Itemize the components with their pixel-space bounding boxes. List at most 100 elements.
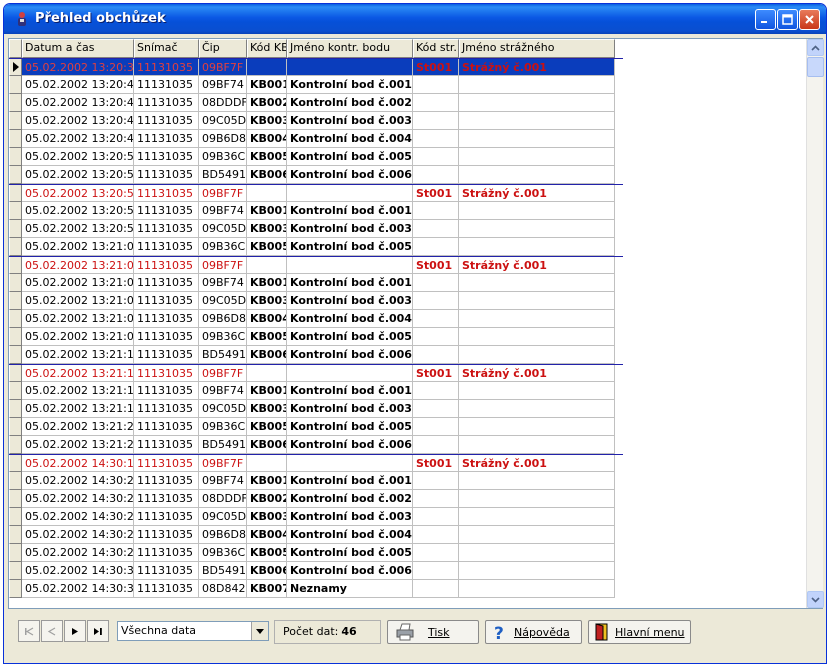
cell-guard-name[interactable] — [459, 130, 615, 148]
cell-guard-code[interactable] — [413, 346, 459, 364]
cell-checkpoint-name[interactable]: Kontrolní bod č.006 — [287, 346, 413, 364]
cell-guard-name[interactable]: Strážný č.001 — [459, 455, 615, 472]
row-indicator[interactable] — [9, 238, 22, 256]
cell-kb-code[interactable]: KB003 — [247, 400, 287, 418]
cell-kb-code[interactable]: KB001 — [247, 76, 287, 94]
cell-kb-code[interactable] — [247, 365, 287, 382]
cell-datetime[interactable]: 05.02.2002 14:30:19 — [22, 455, 134, 472]
table-row[interactable]: 05.02.2002 13:21:00 11131035 09B36C KB005 Ko… — [9, 238, 623, 256]
cell-guard-code[interactable] — [413, 76, 459, 94]
cell-guard-code[interactable] — [413, 166, 459, 184]
cell-chip[interactable]: 09BF74 — [199, 382, 247, 400]
row-indicator[interactable] — [9, 346, 22, 364]
row-indicator[interactable] — [9, 508, 22, 526]
column-header-chip[interactable]: Čip — [199, 39, 247, 58]
cell-chip[interactable]: 09C05D — [199, 292, 247, 310]
cell-guard-name[interactable] — [459, 76, 615, 94]
cell-datetime[interactable]: 05.02.2002 14:30:27 — [22, 526, 134, 544]
cell-chip[interactable]: BD5491 — [199, 166, 247, 184]
cell-guard-name[interactable] — [459, 310, 615, 328]
cell-chip[interactable]: 09B6D8 — [199, 526, 247, 544]
cell-guard-name[interactable] — [459, 400, 615, 418]
cell-chip[interactable]: 09C05D — [199, 400, 247, 418]
cell-guard-name[interactable] — [459, 328, 615, 346]
row-indicator[interactable] — [9, 382, 22, 400]
cell-guard-name[interactable] — [459, 148, 615, 166]
row-indicator[interactable] — [9, 185, 22, 202]
cell-scanner[interactable]: 11131035 — [134, 274, 199, 292]
patrol-grid[interactable]: Datum a čas Snímač Čip Kód KB Jméno kont… — [9, 39, 623, 598]
column-header-kb-code[interactable]: Kód KB — [247, 39, 287, 58]
close-button[interactable] — [799, 9, 820, 30]
cell-checkpoint-name[interactable]: Kontrolní bod č.004 — [287, 130, 413, 148]
minimize-button[interactable] — [755, 9, 776, 30]
row-indicator[interactable] — [9, 166, 22, 184]
cell-chip[interactable]: 09B36C — [199, 238, 247, 256]
table-row[interactable]: 05.02.2002 13:20:46 11131035 08DDDF KB002 Ko… — [9, 94, 623, 112]
cell-scanner[interactable]: 11131035 — [134, 526, 199, 544]
cell-checkpoint-name[interactable] — [287, 59, 413, 76]
cell-scanner[interactable]: 11131035 — [134, 562, 199, 580]
cell-guard-code[interactable] — [413, 508, 459, 526]
cell-scanner[interactable]: 11131035 — [134, 400, 199, 418]
column-header-datetime[interactable]: Datum a čas — [22, 39, 134, 58]
table-row[interactable]: 05.02.2002 14:30:24 11131035 08DDDF KB002 Ko… — [9, 490, 623, 508]
cell-checkpoint-name[interactable]: Kontrolní bod č.006 — [287, 166, 413, 184]
maximize-button[interactable] — [777, 9, 798, 30]
cell-guard-code[interactable]: St001 — [413, 185, 459, 202]
cell-guard-code[interactable] — [413, 238, 459, 256]
cell-checkpoint-name[interactable]: Kontrolní bod č.002 — [287, 94, 413, 112]
cell-datetime[interactable]: 05.02.2002 13:20:37 — [22, 59, 134, 76]
main-menu-button[interactable]: Hlavní menu — [588, 620, 691, 644]
cell-checkpoint-name[interactable] — [287, 257, 413, 274]
cell-guard-name[interactable] — [459, 544, 615, 562]
cell-kb-code[interactable]: KB001 — [247, 274, 287, 292]
cell-checkpoint-name[interactable]: Kontrolní bod č.003 — [287, 220, 413, 238]
cell-datetime[interactable]: 05.02.2002 13:20:56 — [22, 202, 134, 220]
cell-guard-name[interactable]: Strážný č.001 — [459, 257, 615, 274]
cell-chip[interactable]: 08DDDF — [199, 490, 247, 508]
cell-scanner[interactable]: 11131035 — [134, 94, 199, 112]
cell-kb-code[interactable]: KB005 — [247, 544, 287, 562]
cell-chip[interactable]: 09B36C — [199, 328, 247, 346]
row-indicator[interactable] — [9, 148, 22, 166]
cell-checkpoint-name[interactable]: Kontrolní bod č.004 — [287, 310, 413, 328]
cell-guard-code[interactable] — [413, 274, 459, 292]
cell-scanner[interactable]: 11131035 — [134, 202, 199, 220]
row-indicator[interactable] — [9, 562, 22, 580]
cell-chip[interactable]: 09B36C — [199, 418, 247, 436]
cell-checkpoint-name[interactable]: Kontrolní bod č.003 — [287, 400, 413, 418]
cell-guard-code[interactable] — [413, 400, 459, 418]
cell-kb-code[interactable] — [247, 185, 287, 202]
cell-scanner[interactable]: 11131035 — [134, 508, 199, 526]
row-indicator[interactable] — [9, 472, 22, 490]
row-indicator[interactable] — [9, 292, 22, 310]
cell-kb-code[interactable] — [247, 59, 287, 76]
scroll-up-button[interactable] — [807, 39, 824, 56]
cell-guard-name[interactable] — [459, 292, 615, 310]
cell-kb-code[interactable]: KB001 — [247, 202, 287, 220]
cell-chip[interactable]: 09BF7F — [199, 455, 247, 472]
cell-chip[interactable]: BD5491 — [199, 436, 247, 454]
table-row[interactable]: 05.02.2002 13:21:06 11131035 09C05D KB003 Ko… — [9, 292, 623, 310]
cell-scanner[interactable]: 11131035 — [134, 257, 199, 274]
cell-guard-name[interactable]: Strážný č.001 — [459, 59, 615, 76]
table-row[interactable]: 05.02.2002 13:20:54 11131035 09BF7F St001 St… — [9, 184, 623, 202]
cell-guard-code[interactable] — [413, 490, 459, 508]
cell-datetime[interactable]: 05.02.2002 13:21:23 — [22, 436, 134, 454]
cell-guard-name[interactable] — [459, 274, 615, 292]
cell-scanner[interactable]: 11131035 — [134, 130, 199, 148]
cell-chip[interactable]: 08DDDF — [199, 94, 247, 112]
cell-guard-code[interactable] — [413, 580, 459, 598]
cell-scanner[interactable]: 11131035 — [134, 310, 199, 328]
cell-guard-code[interactable]: St001 — [413, 59, 459, 76]
table-row[interactable]: 05.02.2002 13:21:07 11131035 09B6D8 KB004 Ko… — [9, 310, 623, 328]
cell-guard-code[interactable] — [413, 202, 459, 220]
cell-datetime[interactable]: 05.02.2002 14:30:29 — [22, 544, 134, 562]
cell-checkpoint-name[interactable]: Kontrolní bod č.005 — [287, 418, 413, 436]
cell-guard-name[interactable] — [459, 238, 615, 256]
cell-scanner[interactable]: 11131035 — [134, 580, 199, 598]
cell-kb-code[interactable] — [247, 455, 287, 472]
cell-checkpoint-name[interactable]: Kontrolní bod č.002 — [287, 490, 413, 508]
row-indicator[interactable] — [9, 76, 22, 94]
